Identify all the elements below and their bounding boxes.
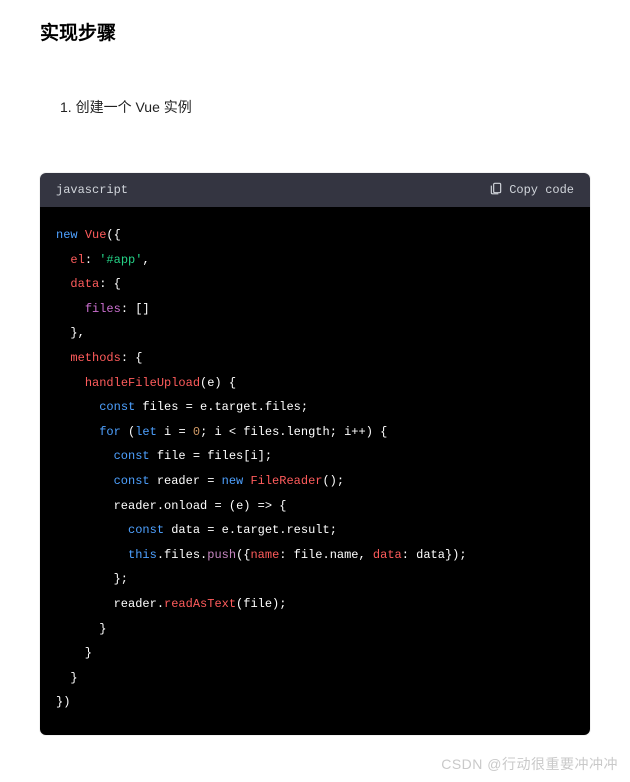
code-line: reader.readAsText(file); xyxy=(56,592,574,617)
clipboard-icon xyxy=(489,181,503,199)
code-line: }) xyxy=(56,690,574,715)
code-line: const reader = new FileReader(); xyxy=(56,469,574,494)
code-line: reader.onload = (e) => { xyxy=(56,494,574,519)
code-body: new Vue({ el: '#app', data: { files: [] … xyxy=(40,207,590,735)
code-line: el: '#app', xyxy=(56,248,574,273)
step-list: 1. 创建一个 Vue 实例 xyxy=(0,45,630,117)
watermark: CSDN @行动很重要冲冲冲 xyxy=(441,754,618,774)
code-line: data: { xyxy=(56,272,574,297)
code-language-label: javascript xyxy=(56,183,128,197)
code-block: javascript Copy code new Vue({ el: '#app… xyxy=(40,173,590,735)
code-line: }; xyxy=(56,567,574,592)
copy-code-button[interactable]: Copy code xyxy=(489,181,574,199)
code-line: this.files.push({name: file.name, data: … xyxy=(56,543,574,568)
code-line: } xyxy=(56,666,574,691)
code-line: }, xyxy=(56,321,574,346)
list-item-text: 创建一个 Vue 实例 xyxy=(76,99,192,115)
code-line: } xyxy=(56,617,574,642)
code-line: const file = files[i]; xyxy=(56,444,574,469)
code-line: const files = e.target.files; xyxy=(56,395,574,420)
code-line: methods: { xyxy=(56,346,574,371)
section-heading: 实现步骤 xyxy=(0,0,630,45)
code-line: new Vue({ xyxy=(56,223,574,248)
code-header: javascript Copy code xyxy=(40,173,590,207)
code-line: const data = e.target.result; xyxy=(56,518,574,543)
code-line: } xyxy=(56,641,574,666)
copy-code-label: Copy code xyxy=(509,183,574,197)
code-line: files: [] xyxy=(56,297,574,322)
code-line: for (let i = 0; i < files.length; i++) { xyxy=(56,420,574,445)
list-number: 1. xyxy=(60,99,72,115)
code-line: handleFileUpload(e) { xyxy=(56,371,574,396)
